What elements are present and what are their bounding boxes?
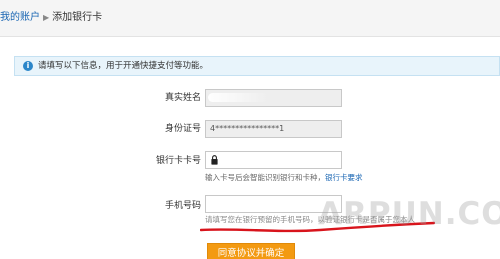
agree-and-confirm-button[interactable]: 同意协议并确定 (207, 243, 295, 259)
breadcrumb-current: 添加银行卡 (52, 12, 103, 23)
card-number-label: 银行卡卡号 (155, 156, 201, 166)
name-label: 真实姓名 (164, 93, 201, 103)
info-bar: i 请填写以下信息，用于开通快捷支付等功能。 (14, 56, 500, 76)
card-number-input[interactable] (205, 151, 342, 169)
info-icon: i (23, 61, 33, 71)
id-number-value: 4****************1 (210, 124, 285, 133)
breadcrumb-my-account-link[interactable]: 我的账户 (0, 12, 40, 23)
card-requirements-link[interactable]: 银行卡要求 (325, 173, 363, 182)
name-redaction (208, 93, 268, 102)
watermark: ARPUN.COM (318, 196, 500, 232)
add-bank-card-page: 我的账户 ▶ 添加银行卡 i 请填写以下信息，用于开通快捷支付等功能。 真实姓名 身… (0, 0, 500, 259)
id-number-label: 身份证号 (164, 124, 201, 134)
info-text: 请填写以下信息，用于开通快捷支付等功能。 (38, 61, 209, 71)
card-number-hint: 输入卡号后会智能识别银行和卡种，银行卡要求 (205, 173, 363, 182)
top-bar: 我的账户 ▶ 添加银行卡 (0, 0, 500, 37)
lock-icon (211, 155, 218, 165)
phone-label: 手机号码 (164, 201, 201, 211)
id-number-field: 4****************1 (205, 120, 342, 138)
breadcrumb: 我的账户 ▶ 添加银行卡 (0, 12, 102, 24)
breadcrumb-separator-icon: ▶ (43, 13, 50, 22)
name-field (205, 89, 342, 107)
